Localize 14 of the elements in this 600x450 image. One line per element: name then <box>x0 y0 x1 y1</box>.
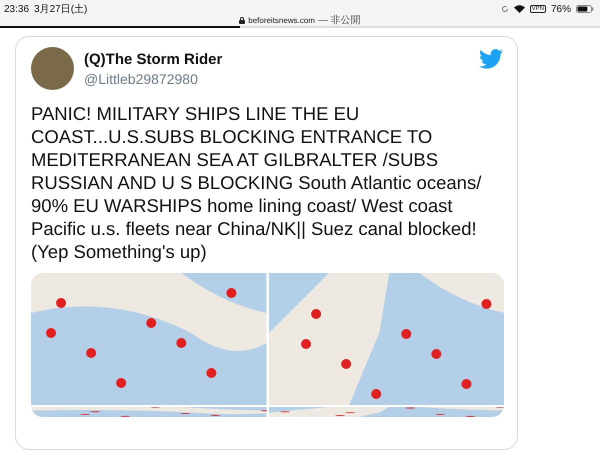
reload-icon <box>500 5 509 13</box>
url-text[interactable]: beforeitsnews.com <box>248 16 315 25</box>
battery-icon <box>576 5 594 13</box>
visibility-note: — 非公開 <box>318 15 361 26</box>
date-text: 3月27日(土) <box>34 2 88 16</box>
wifi-icon <box>514 5 525 13</box>
lock-icon <box>239 17 246 24</box>
bird-icon[interactable] <box>479 49 503 69</box>
user-name[interactable]: (Q)The Storm Rider <box>84 50 222 68</box>
battery-percent: 76% <box>550 4 571 14</box>
avatar[interactable] <box>31 47 74 90</box>
clock-time: 23:36 <box>4 4 30 14</box>
tweet-text: PANIC! MILITARY SHIPS LINE THE EU COAST...U.S.SUBS BLOCKING ENTRANCE TO MEDITERRANEAN SEA AT GILBRALTER /SUBS RUSSIAN AND U S BLOCKING South Atlantic oceans/ 90% EU WARSHIPS home lining coast/ West coast Pacific u.s. fleets near China/NK|| Suez canal blocked! (Yep Something's up) <box>31 102 482 263</box>
user-handle[interactable]: @Littleb29872980 <box>84 70 222 86</box>
